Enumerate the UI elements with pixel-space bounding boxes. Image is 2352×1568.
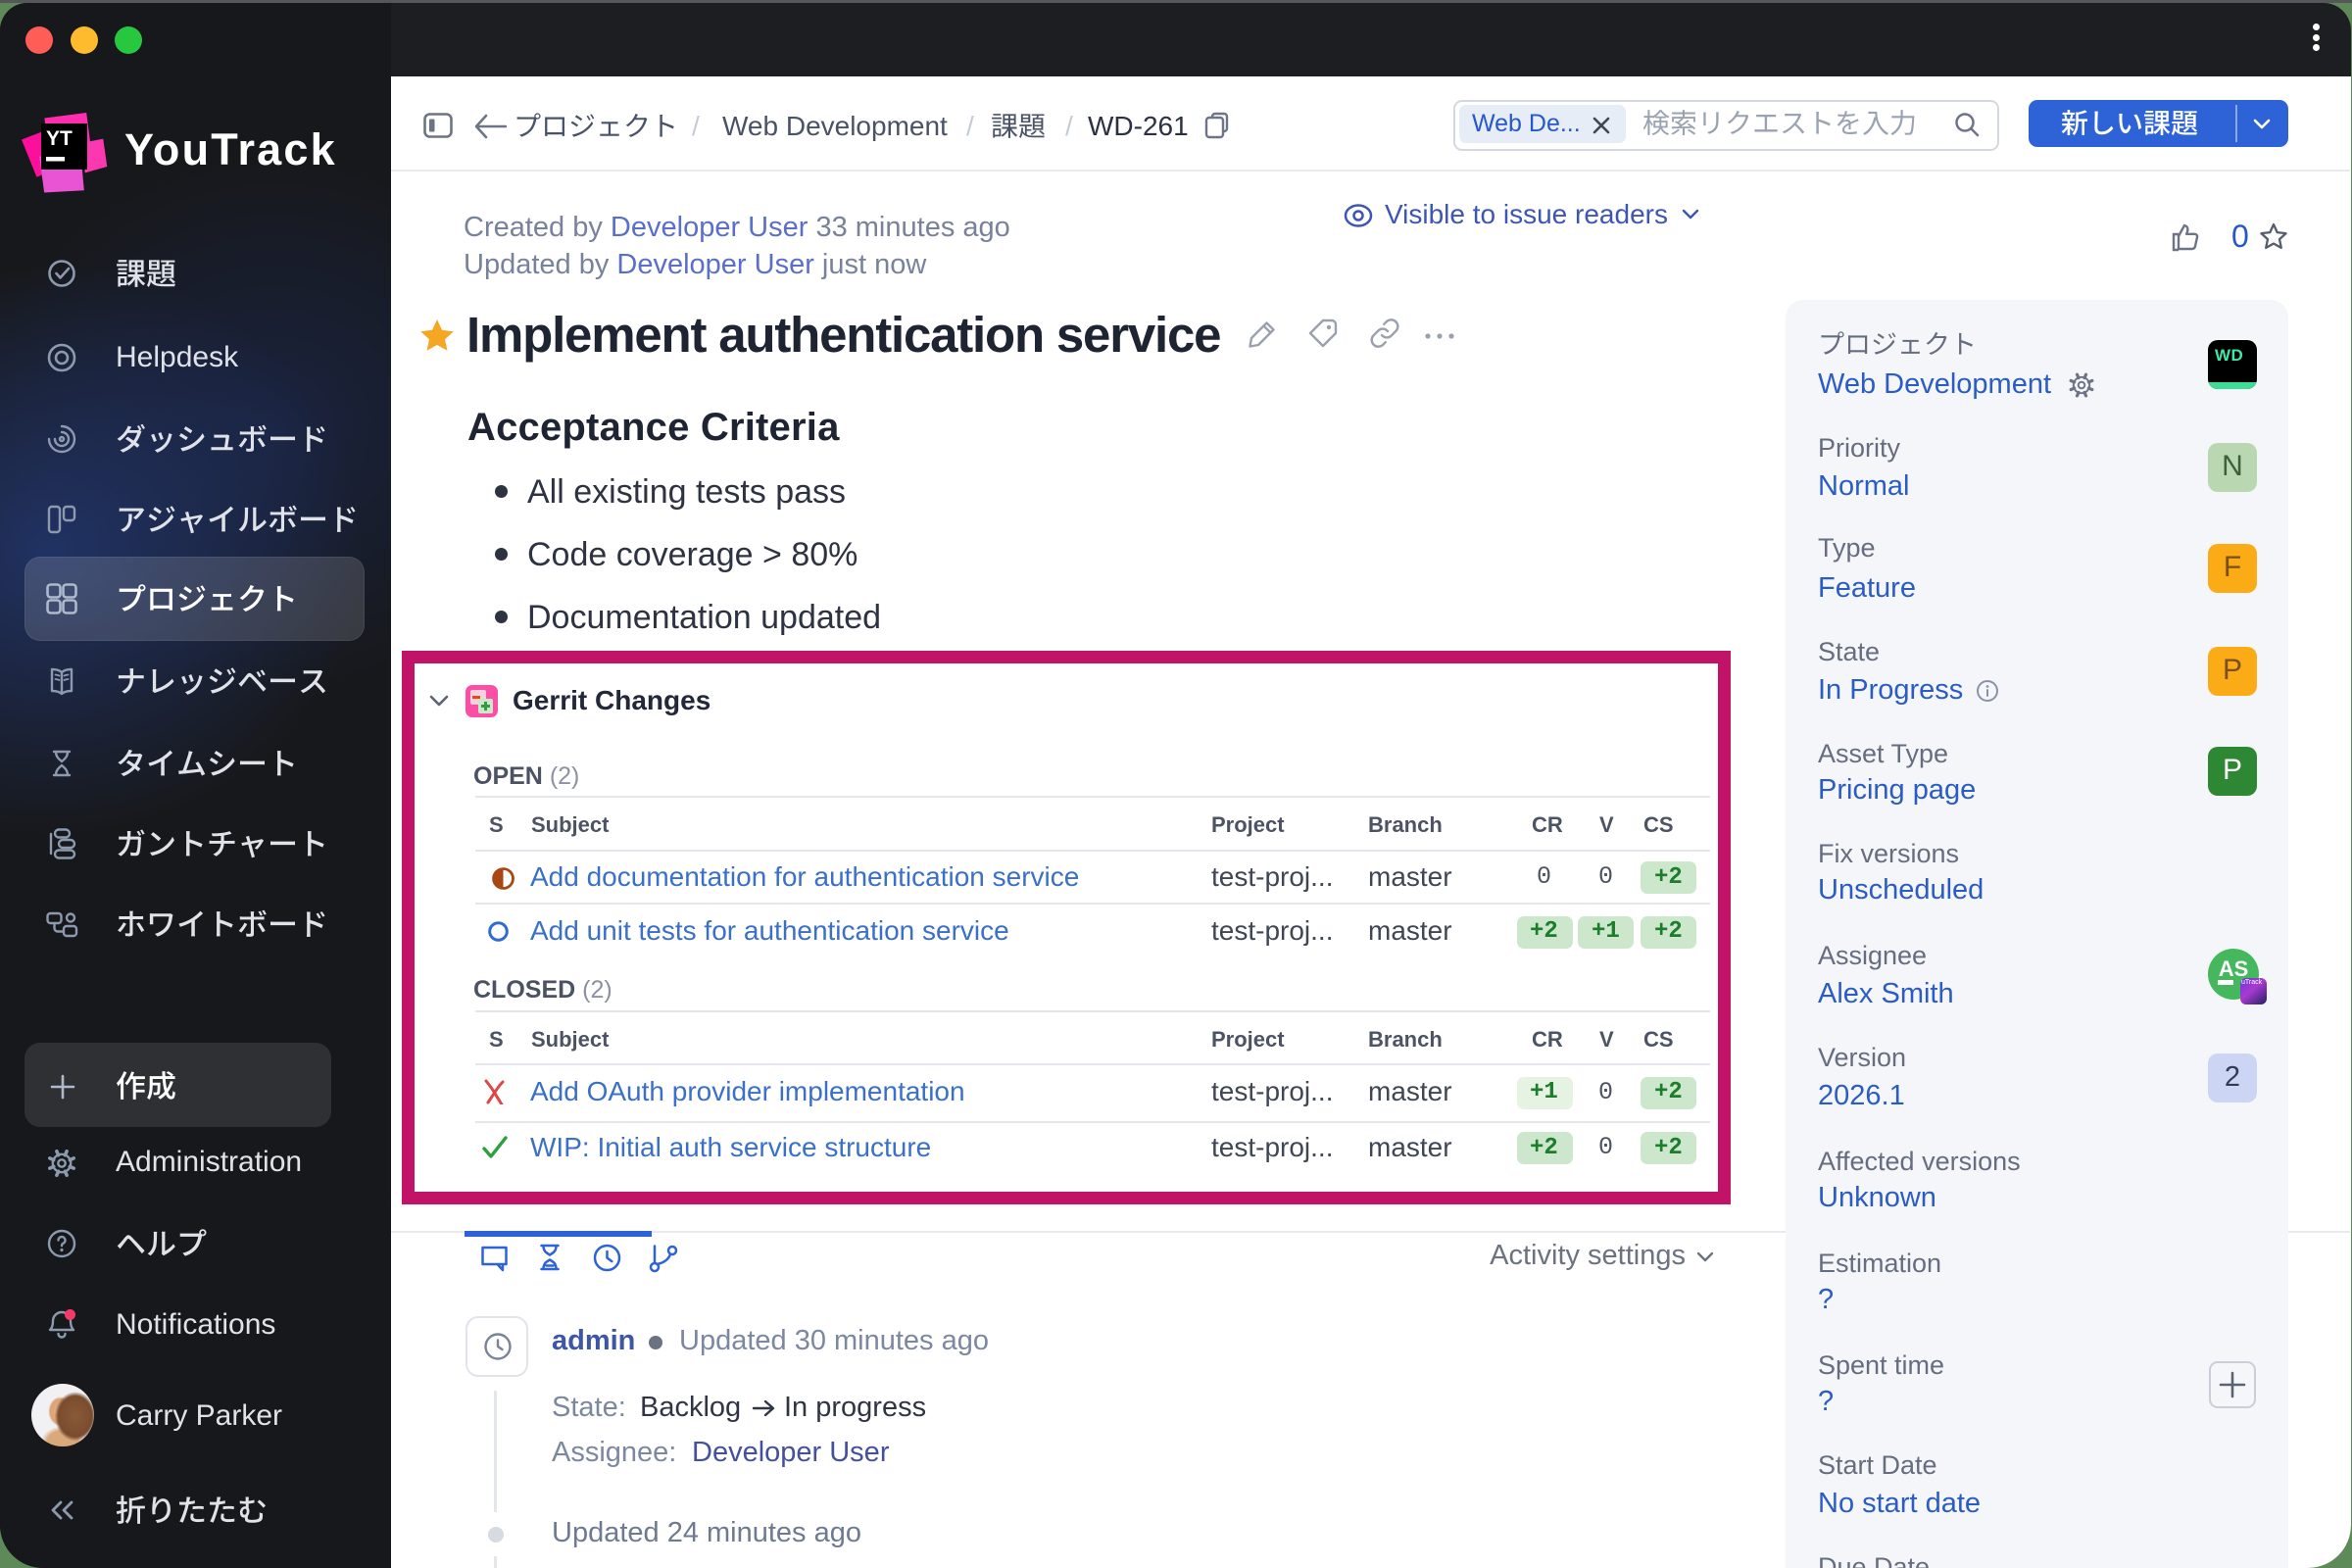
svg-text:YT: YT bbox=[46, 127, 73, 150]
